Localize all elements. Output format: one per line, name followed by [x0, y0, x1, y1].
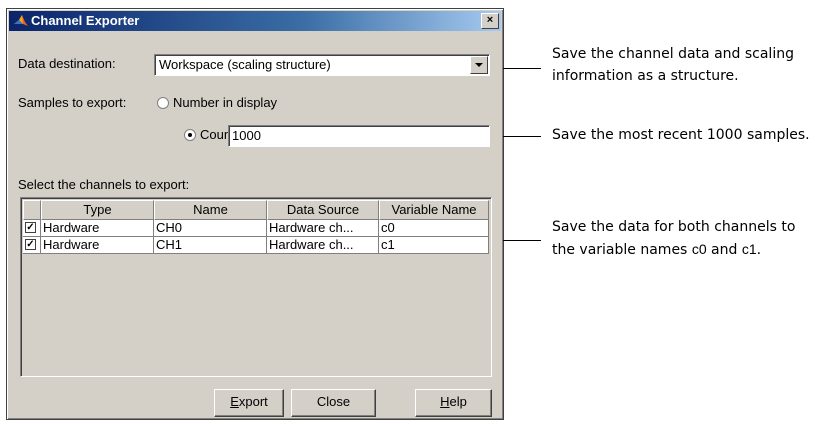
column-header-variable-name[interactable]: Variable Name [379, 200, 489, 220]
cell-data-source: Hardware ch... [267, 220, 379, 237]
column-header-name[interactable]: Name [154, 200, 267, 220]
callout-variables-line2: the variable names c0 and c1. [552, 238, 795, 261]
cell-name: CH1 [154, 237, 267, 254]
close-window-button[interactable]: × [481, 13, 499, 29]
column-header-check[interactable] [23, 200, 41, 220]
count-input[interactable]: 1000 [228, 125, 490, 147]
callout-variables-end: . [756, 242, 762, 258]
export-label: xport [238, 394, 268, 409]
select-channels-label: Select the channels to export: [18, 177, 190, 192]
callout-variables-line1: Save the data for both channels to [552, 219, 796, 235]
close-button[interactable]: Close [291, 389, 376, 417]
callout-line-variables [503, 240, 541, 241]
title-bar[interactable]: Channel Exporter × [9, 11, 501, 31]
column-header-data-source[interactable]: Data Source [267, 200, 379, 220]
table-row[interactable]: ✓ Hardware CH1 Hardware ch... c1 [23, 237, 489, 254]
callout-destination-line1: Save the channel data and scaling [552, 46, 794, 62]
callout-variables-mid: and [706, 242, 742, 258]
cell-name: CH0 [154, 220, 267, 237]
count-radio[interactable] [184, 129, 196, 141]
export-mnemonic: E [230, 394, 239, 409]
callout-destination: Save the channel data and scaling inform… [552, 43, 794, 87]
window-title: Channel Exporter [31, 13, 140, 28]
channel-exporter-dialog: Channel Exporter × Data destination: Wor… [6, 8, 504, 420]
cell-data-source: Hardware ch... [267, 237, 379, 254]
data-destination-value: Workspace (scaling structure) [159, 57, 331, 72]
callout-variables: Save the data for both channels to the v… [552, 216, 795, 261]
channel-checkbox-ch0[interactable]: ✓ [25, 222, 36, 233]
help-mnemonic: H [440, 394, 450, 409]
callout-var-c1: c1 [741, 241, 757, 257]
callout-line-destination [503, 68, 541, 69]
cell-variable-name[interactable]: c0 [379, 220, 489, 237]
table-row[interactable]: ✓ Hardware CH0 Hardware ch... c0 [23, 220, 489, 237]
callout-variables-pre: the variable names [552, 242, 692, 258]
matlab-logo-icon [14, 15, 28, 26]
callout-count: Save the most recent 1000 samples. [552, 127, 810, 143]
callout-line-count [503, 136, 541, 137]
help-label: elp [449, 394, 467, 409]
count-value: 1000 [232, 128, 261, 143]
close-icon: × [486, 14, 494, 26]
channels-table[interactable]: Type Name Data Source Variable Name ✓ Ha… [20, 197, 492, 377]
channel-checkbox-ch1[interactable]: ✓ [25, 239, 36, 250]
column-header-type[interactable]: Type [41, 200, 154, 220]
cell-type: Hardware [41, 237, 154, 254]
help-button[interactable]: Help [415, 389, 492, 417]
data-destination-label: Data destination: [18, 56, 116, 71]
chevron-down-icon[interactable] [470, 56, 488, 74]
callout-var-c0: c0 [691, 241, 707, 257]
callout-destination-line2: information as a structure. [552, 68, 739, 84]
close-label: Close [316, 394, 351, 409]
cell-variable-name[interactable]: c1 [379, 237, 489, 254]
samples-to-export-label: Samples to export: [18, 95, 127, 110]
number-in-display-label: Number in display [173, 95, 278, 110]
number-in-display-radio[interactable] [157, 97, 169, 109]
data-destination-select[interactable]: Workspace (scaling structure) [154, 54, 490, 76]
export-button[interactable]: Export [214, 389, 284, 417]
cell-type: Hardware [41, 220, 154, 237]
